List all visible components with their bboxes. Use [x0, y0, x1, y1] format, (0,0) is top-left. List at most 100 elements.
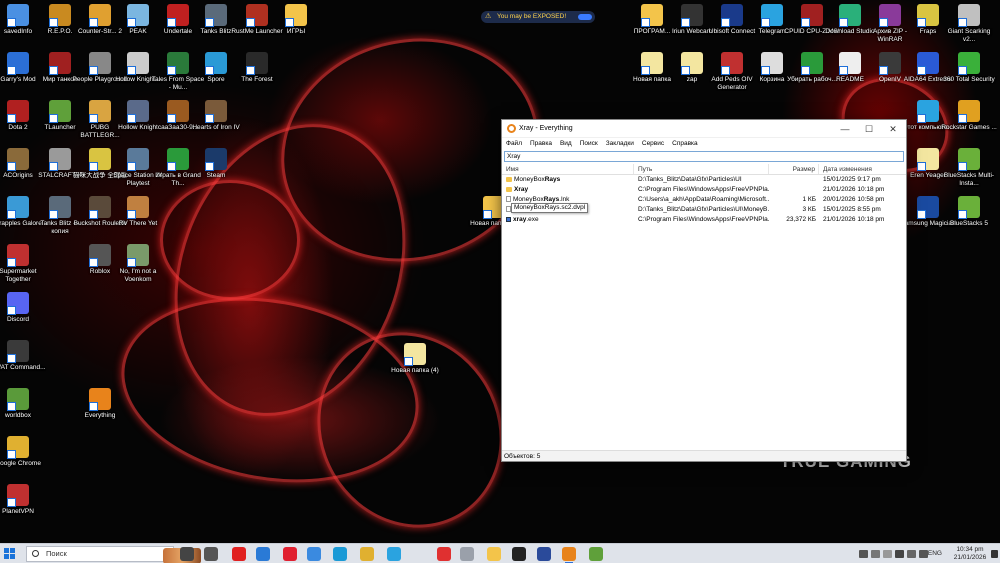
desktop-icon-image [917, 100, 939, 123]
exposed-notification[interactable]: ⚠ You may be EXPOSED! [481, 11, 595, 23]
menu-item[interactable]: Сервис [642, 138, 664, 150]
close-button[interactable]: ✕ [882, 122, 904, 136]
desktop-icon[interactable]: Hearts of Iron IV [188, 100, 244, 132]
column-date[interactable]: Дата изменения [819, 164, 906, 174]
clock-time: 10:34 pm [956, 546, 984, 553]
result-size: 23,372 КБ [786, 216, 816, 223]
taskbar-app-widgets[interactable] [204, 547, 218, 561]
language-indicator[interactable]: ENG [928, 550, 942, 557]
desktop-icon-image [205, 100, 227, 123]
desktop-icon-image [958, 148, 980, 171]
taskbar-app-minecraft[interactable] [589, 547, 603, 561]
folder-icon [506, 177, 512, 182]
menu-item[interactable]: Вид [560, 138, 572, 150]
desktop-icon[interactable]: SWAT Command... [0, 340, 46, 372]
desktop-icon-image [801, 52, 823, 75]
taskbar-app-terminal[interactable] [512, 547, 526, 561]
desktop-icon[interactable]: No, I'm not a Voenkom [110, 244, 166, 283]
desktop-icon-label: Supermarket Together [0, 268, 37, 283]
desktop-icon-label: worldbox [4, 412, 31, 419]
desktop-icon[interactable]: worldbox [0, 388, 46, 420]
menu-item[interactable]: Правка [530, 138, 552, 150]
taskbar-search-placeholder: Поиск [46, 549, 67, 558]
taskbar-app-yandex-browser[interactable] [437, 547, 451, 561]
start-button[interactable] [4, 548, 16, 560]
desktop-icon[interactable]: Steam [188, 148, 244, 180]
desktop-icon-image [917, 52, 939, 75]
desktop-icon[interactable]: The Forest [229, 52, 285, 84]
taskbar-app-edge[interactable] [333, 547, 347, 561]
taskbar-app-folder-cloud[interactable] [307, 547, 321, 561]
desktop-icon-label: 360 Total Security [943, 76, 995, 83]
desktop-icon-image [89, 100, 111, 123]
column-name[interactable]: Имя [502, 164, 634, 174]
desktop-icon[interactable]: PlanetVPN [0, 484, 46, 516]
tray-overflow-icon[interactable] [883, 550, 892, 558]
desktop-icon[interactable]: 360 Total Security [941, 52, 997, 84]
desktop-icon[interactable]: Supermarket Together [0, 244, 46, 283]
result-row[interactable]: MoneyBoxRays D:\Tanks_Blitz\Data\Gfx\Part… [502, 175, 906, 185]
desktop-icon-image [127, 196, 149, 219]
desktop-icon[interactable]: Everything [72, 388, 128, 420]
desktop-icon[interactable]: Discord [0, 292, 46, 324]
file-icon [506, 196, 511, 202]
tray-app-icon[interactable] [859, 550, 868, 558]
result-row[interactable]: xray.exe C:\Program Files\WindowsApps\Fre… [502, 215, 906, 225]
volume-icon[interactable] [919, 550, 928, 558]
desktop-icon[interactable]: Новая папка (4) [387, 343, 443, 375]
result-name-prefix: MoneyBox [514, 176, 545, 183]
search-input[interactable]: Xray [504, 151, 904, 162]
desktop-icon[interactable]: Google Chrome [0, 436, 46, 468]
column-size[interactable]: Размер [769, 164, 819, 174]
window-titlebar[interactable]: Xray - Everything — ☐ ✕ [502, 120, 906, 138]
result-name-match: Rays [544, 176, 561, 183]
result-row[interactable]: Xray C:\Program Files\WindowsApps\FreeVPN… [502, 185, 906, 195]
desktop-icon-image [205, 52, 227, 75]
desktop-icon-image [127, 100, 149, 123]
desktop-icon[interactable]: BlueStacks Multi-Insta... [941, 148, 997, 187]
taskbar-app-media-app[interactable] [537, 547, 551, 561]
battery-icon[interactable] [907, 550, 916, 558]
desktop-icon-image [285, 4, 307, 27]
desktop-icon-image [205, 4, 227, 27]
desktop-icon-image [205, 148, 227, 171]
menu-item[interactable]: Справка [672, 138, 698, 150]
result-size: 1 КБ [802, 196, 816, 203]
desktop-icon-image [761, 4, 783, 27]
taskbar-app-everything[interactable] [562, 547, 576, 563]
desktop-icon-label: The Forest [241, 76, 273, 83]
result-name: MoneyBoxRays [502, 175, 634, 185]
desktop-icon[interactable]: ИГРЫ [268, 4, 324, 36]
minimize-button[interactable]: — [834, 122, 856, 136]
clock[interactable]: 10:34 pm 21/01/2026 [952, 546, 988, 562]
taskbar-app-file-explorer[interactable] [487, 547, 501, 561]
tray-settings-icon[interactable] [871, 550, 880, 558]
column-path[interactable]: Путь [634, 164, 769, 174]
notification-toggle[interactable] [578, 14, 592, 20]
desktop-icon-image [7, 4, 29, 27]
desktop-icon-label: SWAT Command... [0, 364, 46, 371]
result-name-match: xray [513, 216, 527, 223]
taskbar-app-yandex[interactable] [232, 547, 246, 561]
menu-bar: Файл Правка Вид Поиск Закладки Сервис Справка [502, 138, 906, 150]
taskbar-search-box[interactable]: Поиск [26, 546, 201, 563]
menu-item[interactable]: Закладки [606, 138, 634, 150]
menu-item[interactable]: Файл [506, 138, 522, 150]
taskbar-app-task-view[interactable] [180, 547, 194, 561]
menu-item[interactable]: Поиск [580, 138, 598, 150]
maximize-button[interactable]: ☐ [858, 122, 880, 136]
desktop-icon[interactable]: RV There Yet [110, 196, 166, 228]
taskbar-app-telegram[interactable] [387, 547, 401, 561]
notifications-icon[interactable] [991, 550, 998, 558]
wallpaper-swirl [160, 180, 300, 300]
result-path: D:\Tanks_Blitz\Data\Gfx\Particles\UI [638, 176, 742, 183]
network-icon[interactable] [895, 550, 904, 558]
desktop-icon[interactable]: Rockstar Games ... [941, 100, 997, 132]
taskbar-app-cloud-folder[interactable] [460, 547, 474, 561]
desktop-icon[interactable]: Giant Scarking v2... [941, 4, 997, 43]
taskbar-app-chrome[interactable] [360, 547, 374, 561]
desktop-icon-image [404, 343, 426, 366]
taskbar-app-screen-capture[interactable] [256, 547, 270, 561]
desktop-icon[interactable]: BlueStacks 5 [941, 196, 997, 228]
taskbar-app-opera[interactable] [283, 547, 297, 561]
